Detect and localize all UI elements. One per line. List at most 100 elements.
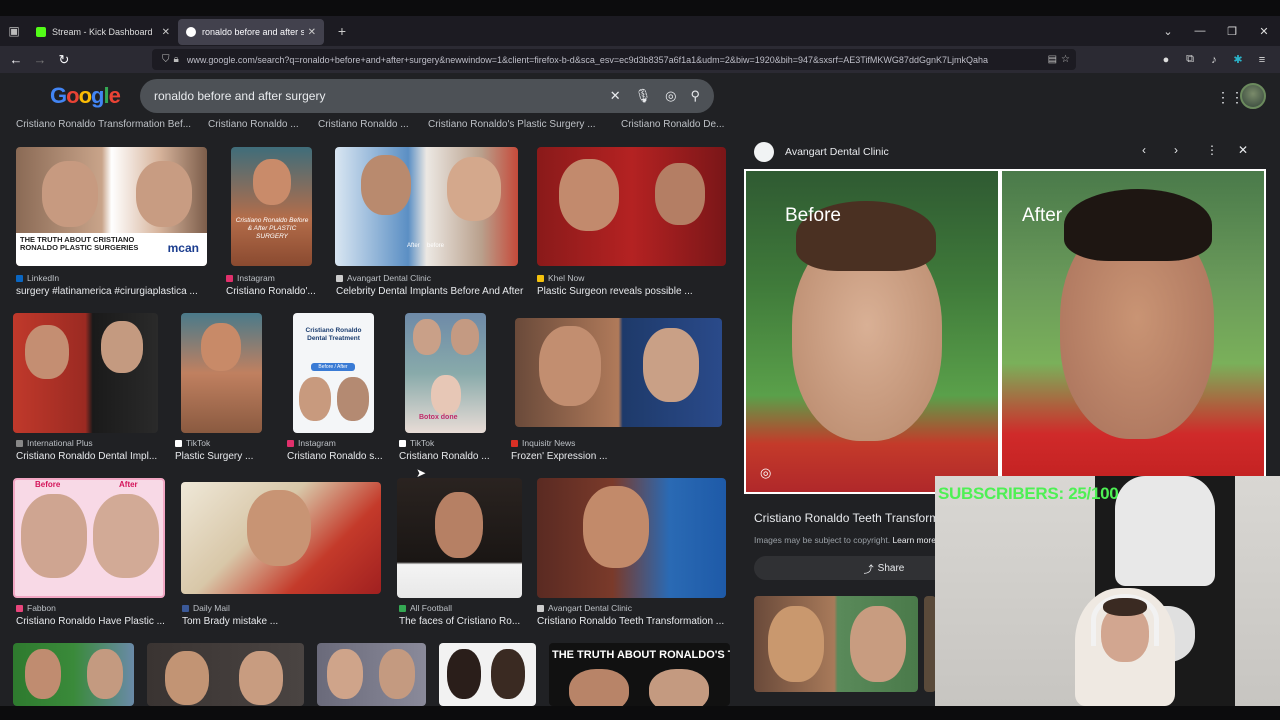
related-chip[interactable]: Cristiano Ronaldo Transformation Bef... (16, 119, 191, 130)
result-title[interactable]: Cristiano Ronaldo ... (399, 451, 494, 462)
face-image (247, 490, 311, 566)
result-source: TikTok (399, 438, 434, 448)
url-text[interactable]: www.google.com/search?q=ronaldo+before+a… (187, 55, 1044, 65)
hair-image (1103, 598, 1147, 616)
shield-icon[interactable]: ⛉ (162, 54, 170, 65)
overlay-text: Cristiano Ronaldo Dental Treatment (305, 327, 362, 342)
lens-search-icon[interactable]: ◎ (760, 465, 771, 481)
result-image[interactable]: Cristiano Ronaldo Before & After PLASTIC… (231, 147, 312, 266)
profile-avatar[interactable] (1240, 83, 1266, 109)
reload-button[interactable]: ↻ (52, 52, 76, 68)
forward-button[interactable]: → (28, 52, 52, 67)
panel-image-title[interactable]: Cristiano Ronaldo Teeth Transform (754, 511, 939, 525)
related-chip[interactable]: Cristiano Ronaldo ... (318, 119, 409, 130)
result-image[interactable]: Before After (13, 478, 165, 598)
audio-icon[interactable]: ♪ (1202, 54, 1226, 66)
back-button[interactable]: ← (4, 52, 28, 67)
face-image (101, 321, 143, 373)
result-image[interactable] (317, 643, 426, 706)
extensions-icon[interactable]: ⧉ (1178, 53, 1202, 66)
result-title[interactable]: Tom Brady mistake ... (182, 616, 382, 627)
menu-icon[interactable]: ≡ (1250, 54, 1274, 66)
result-image[interactable] (13, 313, 158, 433)
search-icon[interactable]: ⚲ (690, 88, 700, 104)
after-label: After (1022, 205, 1063, 226)
result-image[interactable]: Botox done (405, 313, 486, 433)
url-bar[interactable]: ⛉ 🔒︎ www.google.com/search?q=ronaldo+bef… (152, 49, 1076, 70)
face-image (768, 606, 824, 682)
account-icon[interactable]: ● (1154, 54, 1178, 66)
result-source: Avangart Dental Clinic (537, 603, 632, 613)
panel-source-name[interactable]: Avangart Dental Clinic (785, 146, 889, 158)
result-image[interactable] (537, 147, 726, 266)
next-image-icon[interactable]: › (1174, 143, 1178, 157)
banner-text: THE TRUTH ABOUT RONALDO'S TEET (552, 649, 730, 661)
bookmark-star-icon[interactable]: ☆ (1061, 54, 1070, 65)
tab-kick-dashboard[interactable]: Stream - Kick Dashboard ✕ (28, 19, 178, 45)
voice-search-icon[interactable]: 🎙︎ (635, 88, 652, 104)
source-logo-icon[interactable] (754, 142, 774, 162)
banner-text: THE TRUTH ABOUT CRISTIANO RONALDO PLASTI… (20, 235, 139, 252)
result-title[interactable]: Cristiano Ronaldo s... (287, 451, 383, 462)
result-image[interactable] (181, 313, 262, 433)
result-image[interactable] (439, 643, 536, 706)
result-image[interactable]: After before (335, 147, 518, 266)
close-tab-icon[interactable]: ✕ (162, 27, 170, 38)
result-title[interactable]: Celebrity Dental Implants Before And Aft… (336, 286, 526, 297)
result-image[interactable] (397, 478, 522, 598)
result-title[interactable]: Cristiano Ronaldo Teeth Transformation .… (537, 616, 726, 627)
tab-google-search[interactable]: ronaldo before and after surgery ✕ (178, 19, 324, 45)
result-image[interactable]: Cristiano Ronaldo Dental Treatment Befor… (293, 313, 374, 433)
reader-view-icon[interactable]: ▤ (1048, 54, 1057, 65)
source-favicon-icon (399, 439, 406, 447)
related-chip[interactable]: Cristiano Ronaldo's Plastic Surgery ... (428, 119, 596, 130)
result-image[interactable]: THE TRUTH ABOUT CRISTIANO RONALDO PLASTI… (16, 147, 207, 266)
tab-list-icon[interactable]: ▣ (0, 16, 28, 46)
before-image: Before (746, 171, 998, 492)
face-image (239, 651, 283, 705)
result-title[interactable]: Cristiano Ronaldo'... (226, 286, 321, 297)
result-image[interactable] (147, 643, 304, 706)
result-title[interactable]: surgery #latinamerica #cirurgiaplastica … (16, 286, 207, 297)
previous-image-icon[interactable]: ‹ (1142, 143, 1146, 157)
result-image[interactable] (515, 318, 722, 427)
lens-icon[interactable]: ◎ (665, 88, 676, 104)
result-title[interactable]: Cristiano Ronaldo Dental Impl... (16, 451, 161, 462)
close-tab-icon[interactable]: ✕ (308, 27, 316, 38)
clear-search-icon[interactable]: ✕ (610, 88, 621, 104)
google-favicon-icon (186, 27, 196, 37)
google-logo[interactable]: Google (50, 83, 121, 109)
lock-icon[interactable]: 🔒︎ (174, 54, 179, 65)
banner: THE TRUTH ABOUT CRISTIANO RONALDO PLASTI… (16, 233, 207, 266)
result-image[interactable] (537, 478, 726, 598)
related-chip[interactable]: Cristiano Ronaldo De... (621, 119, 724, 130)
result-image[interactable] (13, 643, 134, 706)
new-tab-button[interactable]: + (330, 23, 354, 39)
search-box[interactable]: ronaldo before and after surgery ✕ 🎙︎ ◎ … (140, 79, 714, 113)
toolbar-extensions: ● ⧉ ♪ ✱ ≡ (1154, 46, 1274, 73)
source-favicon-icon (287, 439, 294, 447)
face-image (136, 161, 192, 227)
result-source: Avangart Dental Clinic (336, 273, 431, 283)
related-chip[interactable]: Cristiano Ronaldo ... (208, 119, 299, 130)
tab-overflow-icon[interactable]: ⌄ (1152, 25, 1184, 38)
result-title[interactable]: Cristiano Ronaldo Have Plastic ... (16, 616, 168, 627)
more-options-icon[interactable]: ⋮ (1206, 143, 1218, 157)
tab-label: ronaldo before and after surgery (202, 27, 304, 37)
extension-logo-icon[interactable]: ✱ (1226, 53, 1250, 66)
preview-image[interactable]: Before After ◎ (744, 169, 1266, 494)
result-title[interactable]: Plastic Surgery ... (175, 451, 265, 462)
face-image (361, 155, 411, 215)
minimize-button[interactable]: — (1184, 25, 1216, 37)
result-image[interactable] (181, 482, 381, 594)
close-window-button[interactable]: ✕ (1248, 25, 1280, 38)
search-input[interactable]: ronaldo before and after surgery (154, 89, 596, 103)
result-title[interactable]: The faces of Cristiano Ro... (399, 616, 521, 627)
close-panel-icon[interactable]: ✕ (1238, 143, 1248, 157)
result-image[interactable]: THE TRUTH ABOUT RONALDO'S TEET (549, 643, 730, 706)
related-image[interactable] (754, 596, 918, 692)
learn-more-link[interactable]: Learn more (892, 535, 935, 545)
maximize-button[interactable]: ❐ (1216, 25, 1248, 38)
result-title[interactable]: Frozen' Expression ... (511, 451, 722, 462)
result-title[interactable]: Plastic Surgeon reveals possible ... (537, 286, 726, 297)
